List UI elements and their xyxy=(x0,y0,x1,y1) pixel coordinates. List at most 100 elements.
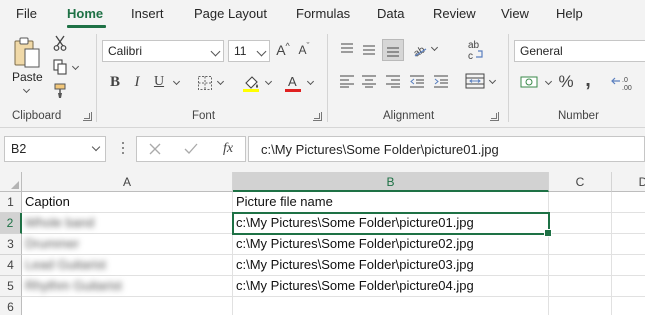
decrease-font-icon[interactable]: Aˇ xyxy=(296,40,312,60)
cell-c5[interactable] xyxy=(549,276,612,297)
bold-icon[interactable]: B xyxy=(106,72,124,92)
italic-icon[interactable]: I xyxy=(128,72,146,92)
font-name-combo[interactable]: Calibri xyxy=(102,40,224,62)
font-group-label: Font xyxy=(192,110,216,122)
underline-dropdown-icon[interactable] xyxy=(172,77,181,86)
font-size-combo[interactable]: 11 xyxy=(228,40,270,62)
alignment-launcher-icon[interactable] xyxy=(490,112,499,121)
cell-b3[interactable]: c:\My Pictures\Some Folder\picture02.jpg xyxy=(233,234,549,255)
paste-icon[interactable] xyxy=(10,34,44,72)
cell-a3[interactable]: Drummer xyxy=(22,234,233,255)
cell-d5[interactable] xyxy=(612,276,645,297)
align-right-icon[interactable] xyxy=(384,72,402,90)
cell-c3[interactable] xyxy=(549,234,612,255)
paintbrush-icon[interactable] xyxy=(52,82,68,100)
cell-b2[interactable]: c:\My Pictures\Some Folder\picture01.jpg xyxy=(233,213,549,234)
insert-function-icon[interactable]: fx xyxy=(219,140,237,158)
row-header-4[interactable]: 4 xyxy=(0,255,22,276)
comma-style-icon[interactable]: , xyxy=(580,69,596,91)
font-color-icon[interactable]: A xyxy=(282,72,304,94)
tab-page-layout[interactable]: Page Layout xyxy=(194,6,267,21)
tab-help[interactable]: Help xyxy=(556,6,583,21)
cell-d3[interactable] xyxy=(612,234,645,255)
tab-formulas[interactable]: Formulas xyxy=(296,6,350,21)
align-top-icon[interactable] xyxy=(338,40,356,58)
formula-input[interactable]: c:\My Pictures\Some Folder\picture01.jpg xyxy=(248,136,645,162)
cell-d2[interactable] xyxy=(612,213,645,234)
font-launcher-icon[interactable] xyxy=(313,112,322,121)
row-header-5[interactable]: 5 xyxy=(0,276,22,297)
borders-icon[interactable] xyxy=(196,74,214,92)
cell-d1[interactable] xyxy=(612,192,645,213)
currency-icon[interactable] xyxy=(518,72,544,92)
cell-c1[interactable] xyxy=(549,192,612,213)
underline-icon[interactable]: U xyxy=(150,72,168,92)
name-box[interactable]: B2 xyxy=(4,136,106,162)
cell-b1[interactable]: Picture file name xyxy=(233,192,549,213)
cell-d4[interactable] xyxy=(612,255,645,276)
tab-review[interactable]: Review xyxy=(433,6,476,21)
decrease-indent-icon[interactable] xyxy=(408,72,426,90)
group-separator xyxy=(327,34,328,122)
align-left-icon[interactable] xyxy=(338,72,356,90)
cell-c6[interactable] xyxy=(549,297,612,315)
borders-dropdown-icon[interactable] xyxy=(216,77,225,86)
cell-a2[interactable]: Whole band xyxy=(22,213,233,234)
cell-d6[interactable] xyxy=(612,297,645,315)
cell-b5[interactable]: c:\My Pictures\Some Folder\picture04.jpg xyxy=(233,276,549,297)
chevron-down-icon[interactable] xyxy=(91,142,101,152)
cancel-icon[interactable] xyxy=(147,141,163,157)
row-header-3[interactable]: 3 xyxy=(0,234,22,255)
row-header-6[interactable]: 6 xyxy=(0,297,22,315)
cell-c2[interactable] xyxy=(549,213,612,234)
orientation-dropdown-icon[interactable] xyxy=(430,43,439,52)
paste-button-label[interactable]: Paste xyxy=(12,70,43,84)
fill-color-dropdown-icon[interactable] xyxy=(264,77,273,86)
clipboard-launcher-icon[interactable] xyxy=(83,112,92,121)
percent-icon[interactable]: % xyxy=(556,72,576,92)
number-format-combo[interactable]: General xyxy=(514,40,645,62)
tab-home[interactable]: Home xyxy=(67,6,103,21)
increase-font-icon[interactable]: A ^ xyxy=(275,40,291,60)
chevron-down-icon[interactable] xyxy=(256,46,267,57)
cell-c4[interactable] xyxy=(549,255,612,276)
svg-text:c: c xyxy=(468,51,473,61)
cell-a1[interactable]: Caption xyxy=(22,192,233,213)
column-header-d[interactable]: D xyxy=(612,172,645,192)
column-header-a[interactable]: A xyxy=(22,172,233,192)
chevron-down-icon[interactable] xyxy=(210,46,221,57)
cell-b6[interactable] xyxy=(233,297,549,315)
currency-dropdown-icon[interactable] xyxy=(544,77,553,86)
cell-a4[interactable]: Lead Guitarist xyxy=(22,255,233,276)
wrap-text-icon[interactable]: ab c xyxy=(464,38,486,62)
row-header-1[interactable]: 1 xyxy=(0,192,22,213)
orientation-icon[interactable]: ab xyxy=(410,40,430,60)
column-header-b[interactable]: B xyxy=(233,172,549,192)
copy-dropdown-icon[interactable] xyxy=(71,62,80,71)
increase-indent-icon[interactable] xyxy=(432,72,450,90)
align-bottom-icon[interactable] xyxy=(382,39,404,61)
svg-text:.0: .0 xyxy=(622,77,628,84)
enter-icon[interactable] xyxy=(183,141,199,157)
cell-b4[interactable]: c:\My Pictures\Some Folder\picture03.jpg xyxy=(233,255,549,276)
paste-dropdown-icon[interactable] xyxy=(22,85,31,94)
font-color-dropdown-icon[interactable] xyxy=(306,77,315,86)
tab-data[interactable]: Data xyxy=(377,6,404,21)
copy-icon[interactable] xyxy=(52,58,68,76)
cell-a5[interactable]: Rhythm Guitarist xyxy=(22,276,233,297)
merge-center-icon[interactable] xyxy=(464,70,486,92)
column-header-c[interactable]: C xyxy=(549,172,612,192)
row-header-2[interactable]: 2 xyxy=(0,213,22,234)
fill-color-icon[interactable] xyxy=(240,72,262,94)
increase-decimal-icon[interactable]: .0.00 xyxy=(608,72,638,92)
align-middle-icon[interactable] xyxy=(360,40,378,58)
select-all-button[interactable] xyxy=(0,172,22,192)
tab-insert[interactable]: Insert xyxy=(131,6,164,21)
tab-view[interactable]: View xyxy=(501,6,529,21)
tab-file[interactable]: File xyxy=(16,6,37,21)
merge-dropdown-icon[interactable] xyxy=(488,76,497,85)
resize-handle-icon[interactable] xyxy=(122,142,125,156)
cell-a6[interactable] xyxy=(22,297,233,315)
scissors-icon[interactable] xyxy=(52,34,68,52)
align-center-icon[interactable] xyxy=(360,72,378,90)
